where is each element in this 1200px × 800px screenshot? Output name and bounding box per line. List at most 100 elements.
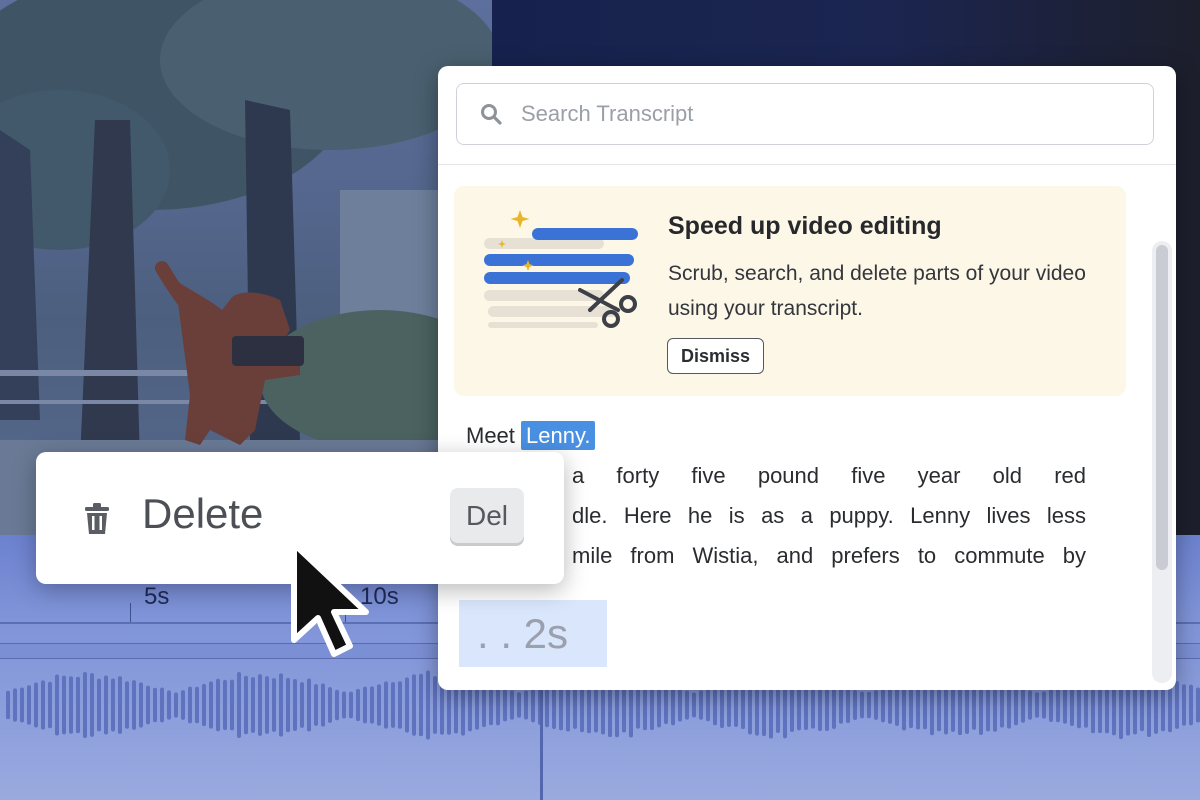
waveform-bar (713, 684, 717, 726)
waveform-bar (363, 686, 367, 724)
waveform-bar (321, 683, 325, 727)
waveform-bar (867, 691, 871, 719)
waveform-bar (20, 687, 24, 723)
waveform-bar (839, 686, 843, 724)
waveform-bar (1042, 691, 1046, 719)
search-bar[interactable] (456, 83, 1154, 145)
waveform-bar (279, 673, 283, 737)
transcript-line-text[interactable]: dle. Here he is as a puppy. Lenny lives … (572, 503, 1086, 528)
search-input[interactable] (519, 100, 1123, 128)
waveform-bar (13, 688, 17, 722)
waveform-bar (503, 688, 507, 722)
pause-marker[interactable]: . . 2s (459, 600, 607, 667)
waveform-bar (1056, 687, 1060, 723)
waveform-bar (405, 677, 409, 733)
waveform-bar (202, 683, 206, 727)
waveform-bar (83, 672, 87, 738)
waveform-bar (853, 689, 857, 721)
waveform-bar (244, 675, 248, 735)
waveform-bar (433, 676, 437, 734)
promo-body: Scrub, search, and delete parts of your … (668, 262, 1086, 320)
waveform-bar (209, 681, 213, 729)
waveform-bar (1070, 684, 1074, 726)
waveform-bar (531, 687, 535, 723)
waveform-bar (349, 691, 353, 719)
scrollbar-thumb[interactable] (1156, 245, 1168, 570)
transcript-scissors-illustration (484, 210, 638, 328)
waveform-bar (517, 692, 521, 718)
waveform-bar (874, 690, 878, 720)
waveform-bar (510, 690, 514, 720)
waveform-bar (188, 686, 192, 724)
waveform-bar (237, 671, 241, 739)
waveform-bar (489, 684, 493, 726)
trash-icon (85, 503, 109, 534)
mouse-pointer-icon (291, 541, 369, 657)
waveform-bar (6, 690, 10, 720)
waveform-bar (104, 675, 108, 735)
waveform-bar (426, 670, 430, 740)
waveform-bar (216, 678, 220, 732)
transcript-word[interactable]: Meet (466, 423, 515, 448)
waveform-bar (1182, 684, 1186, 726)
highlighted-word[interactable]: Lenny. (521, 421, 596, 450)
transcript-line-text[interactable]: a forty five pound five year old red (572, 463, 1086, 488)
waveform-bar (888, 686, 892, 724)
waveform-bar (370, 686, 374, 724)
waveform-bar (97, 678, 101, 732)
waveform-bar (1175, 681, 1179, 729)
waveform-bar (1028, 690, 1032, 720)
dismiss-button[interactable]: Dismiss (667, 338, 765, 374)
waveform-bar (181, 690, 185, 720)
waveform-bar (671, 684, 675, 726)
waveform-bar (125, 681, 129, 729)
waveform-bar (1196, 687, 1200, 723)
waveform-bar (160, 687, 164, 723)
waveform-bar (174, 692, 178, 718)
waveform-bar (692, 692, 696, 718)
waveform-bar (846, 686, 850, 724)
waveform-bar (685, 690, 689, 720)
waveform-bar (1189, 684, 1193, 726)
waveform-bar (286, 677, 290, 733)
waveform-bar (314, 684, 318, 726)
waveform-bar (412, 674, 416, 736)
waveform-bar (881, 687, 885, 723)
waveform-bar (391, 682, 395, 728)
search-icon (481, 104, 502, 125)
waveform-bar (895, 684, 899, 726)
waveform-bar (41, 680, 45, 730)
waveform-bar (342, 691, 346, 719)
waveform-bar (146, 685, 150, 725)
panel-divider (438, 164, 1176, 165)
waveform-bar (118, 676, 122, 734)
waveform-bar (230, 679, 234, 731)
waveform-bar (62, 675, 66, 735)
waveform-bar (111, 678, 115, 732)
waveform-bar (132, 680, 136, 730)
waveform-bar (300, 682, 304, 728)
waveform-bar (678, 688, 682, 722)
transcript-line-text[interactable]: mile from Wistia, and prefers to commute… (572, 543, 1086, 568)
waveform-bar (272, 678, 276, 732)
timeline-tick-label: 5s (144, 583, 170, 610)
timeline-tick (130, 603, 131, 623)
waveform-bar (1021, 687, 1025, 723)
waveform-bar (1063, 686, 1067, 724)
waveform-bar (419, 673, 423, 737)
waveform-bar (664, 685, 668, 725)
waveform-bar (139, 682, 143, 728)
promo-card: Speed up video editing Scrub, search, an… (454, 186, 1126, 396)
waveform-bar (90, 673, 94, 737)
waveform-bar (706, 688, 710, 722)
waveform-bar (48, 681, 52, 729)
transcript-scrollbar[interactable] (1152, 241, 1172, 683)
waveform-bar (335, 689, 339, 721)
delete-menu-item[interactable]: Delete (142, 490, 263, 538)
waveform-bar (1035, 692, 1039, 718)
waveform-bar (384, 681, 388, 729)
waveform-bar (860, 691, 864, 719)
waveform-bar (27, 685, 31, 725)
waveform-bar (1014, 684, 1018, 726)
transcript-line: Meet Lenny. (466, 416, 1086, 456)
